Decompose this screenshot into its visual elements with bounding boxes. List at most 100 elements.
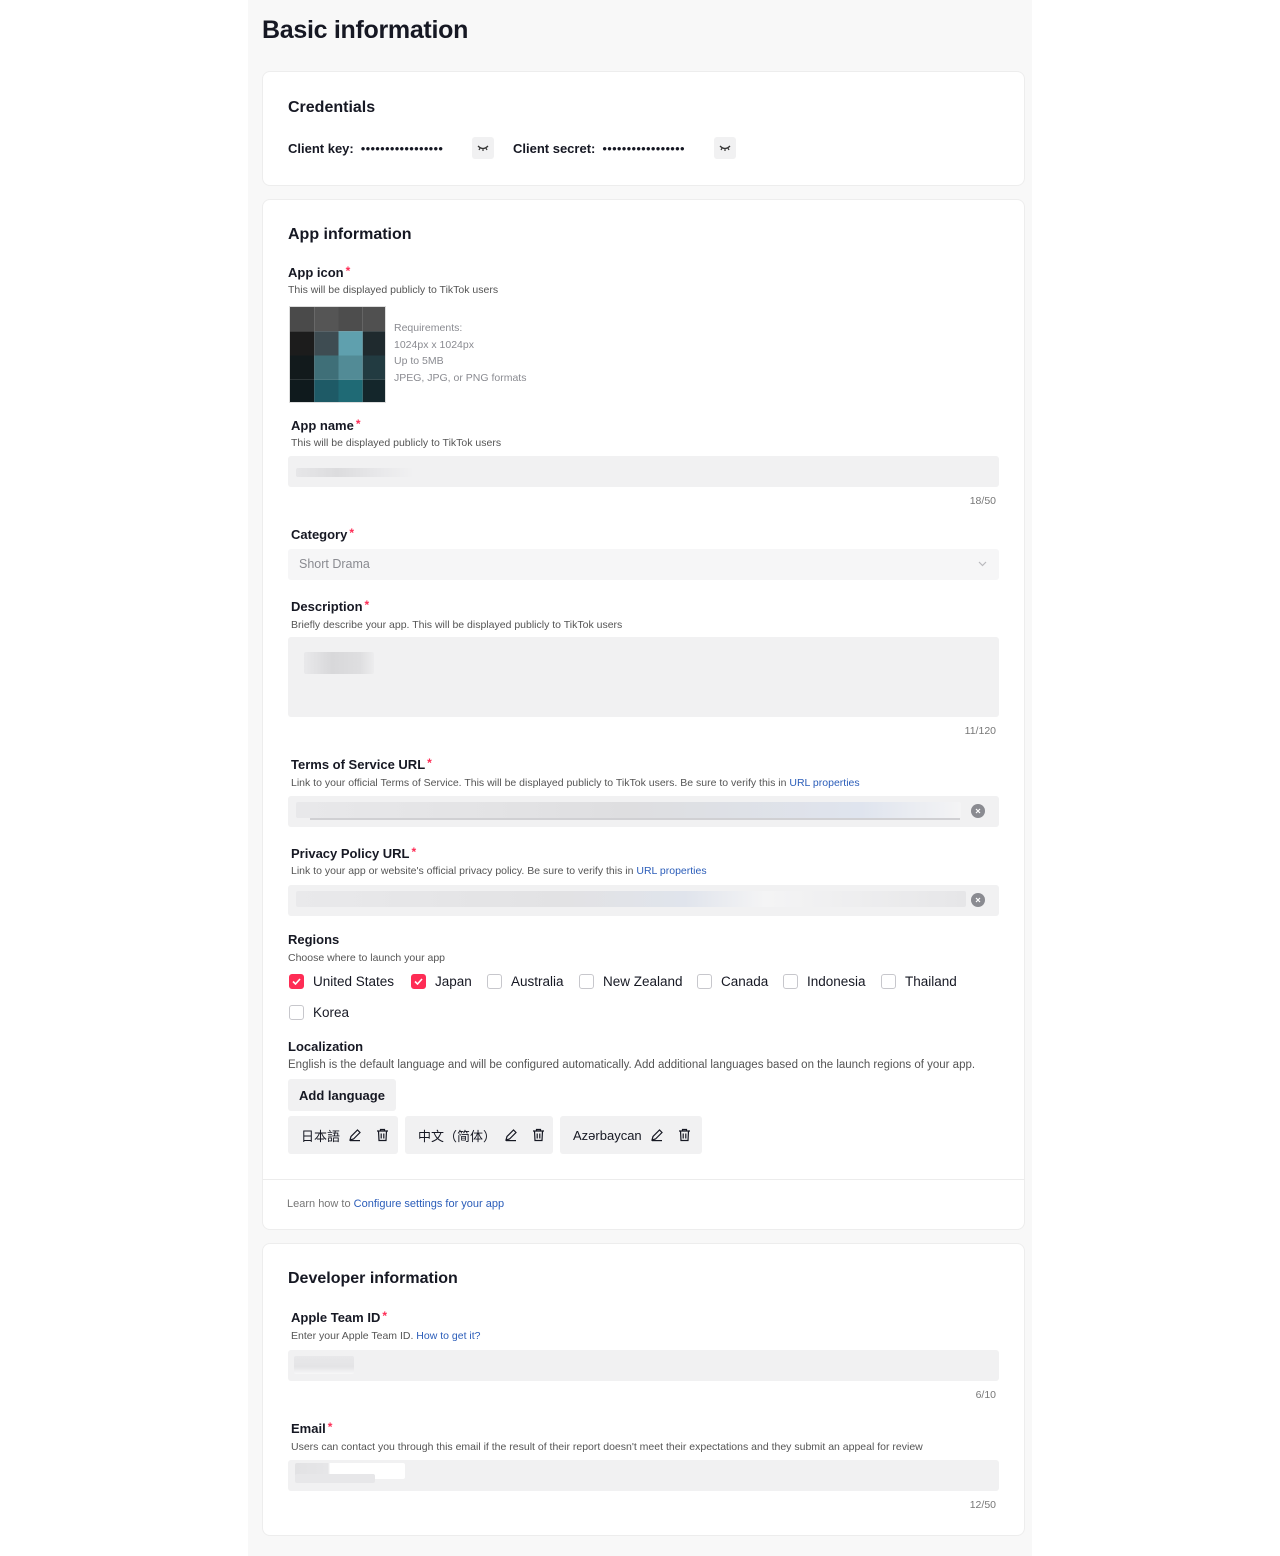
category-label: Category * [291, 526, 355, 542]
app-icon-hint: This will be displayed publicly to TikTo… [288, 284, 499, 296]
pencil-icon [650, 1129, 663, 1142]
region-label: New Zealand [603, 974, 683, 989]
terms-url-input[interactable] [288, 796, 999, 827]
app-icon-upload[interactable] [289, 306, 386, 403]
client-secret-reveal-button[interactable] [714, 137, 736, 159]
privacy-url-properties-link[interactable]: URL properties [636, 865, 706, 877]
app-icon-image [290, 307, 385, 402]
redacted-value [296, 891, 966, 907]
region-united-states[interactable]: United States [289, 974, 394, 989]
app-name-counter: 18/50 [969, 495, 996, 507]
app-name-input[interactable] [288, 456, 999, 487]
description-label: Description * [291, 598, 370, 614]
region-thailand[interactable]: Thailand [881, 974, 957, 989]
language-chip-chinese-simplified: 中文（简体） [405, 1116, 553, 1154]
terms-url-label: Terms of Service URL * [291, 756, 432, 772]
checkmark-icon [292, 978, 301, 985]
delete-language-button[interactable] [376, 1128, 389, 1142]
edit-language-button[interactable] [504, 1128, 518, 1142]
regions-label: Regions [288, 932, 340, 947]
redacted-value [296, 468, 414, 477]
privacy-url-clear-button[interactable] [971, 893, 985, 907]
language-chip-azerbaijani: Azərbaycan [560, 1116, 702, 1154]
region-label: Indonesia [807, 974, 866, 989]
delete-language-button[interactable] [532, 1128, 545, 1142]
redacted-value-line [295, 1474, 375, 1483]
localization-hint: English is the default language and will… [288, 1059, 976, 1071]
language-name: 日本語 [301, 1128, 341, 1144]
client-key-row: Client key: ••••••••••••••••• [288, 141, 443, 156]
chevron-down-icon [978, 561, 987, 567]
region-korea[interactable]: Korea [289, 1005, 349, 1020]
redacted-value [294, 1356, 354, 1374]
region-label: United States [313, 974, 395, 989]
region-new-zealand[interactable]: New Zealand [579, 974, 683, 989]
add-language-button[interactable]: Add language [288, 1079, 396, 1111]
checkbox-unchecked[interactable] [881, 974, 896, 989]
localization-label: Localization [288, 1039, 364, 1054]
edit-language-button[interactable] [348, 1128, 362, 1142]
checkbox-unchecked[interactable] [579, 974, 594, 989]
footer-prefix: Learn how to [287, 1198, 351, 1210]
redacted-value [304, 652, 374, 674]
email-counter: 12/50 [969, 1499, 996, 1511]
requirement-formats: JPEG, JPG, or PNG formats [394, 371, 527, 384]
checkbox-unchecked[interactable] [783, 974, 798, 989]
privacy-url-input[interactable] [288, 885, 999, 916]
app-icon-label: App icon * [288, 264, 351, 280]
region-japan[interactable]: Japan [411, 974, 472, 989]
redacted-value-underline [310, 818, 960, 820]
developer-information-card: Developer information Apple Team ID * Ent… [262, 1243, 1025, 1536]
region-label: Thailand [905, 974, 957, 989]
client-secret-row: Client secret: ••••••••••••••••• [513, 141, 685, 156]
region-canada[interactable]: Canada [697, 974, 768, 989]
page-title: Basic information [262, 16, 469, 44]
close-icon [975, 808, 981, 814]
region-label: Canada [721, 974, 769, 989]
app-name-label: App name * [291, 417, 361, 433]
app-information-divider [263, 1179, 1024, 1180]
trash-icon [533, 1128, 545, 1142]
region-indonesia[interactable]: Indonesia [783, 974, 866, 989]
apple-team-id-counter: 6/10 [975, 1389, 996, 1401]
app-icon-requirements: Requirements: 1024px x 1024px Up to 5MB … [394, 320, 526, 386]
pencil-icon [505, 1129, 517, 1142]
how-to-get-it-link[interactable]: How to get it? [416, 1330, 480, 1342]
requirement-size: 1024px x 1024px [394, 338, 474, 351]
configure-settings-link[interactable]: Configure settings for your app [354, 1198, 504, 1210]
eye-closed-icon [477, 145, 489, 151]
checkbox-unchecked[interactable] [487, 974, 502, 989]
trash-icon [678, 1128, 690, 1142]
checkbox-checked[interactable] [411, 974, 426, 989]
credentials-card: Credentials Client key: ••••••••••••••••… [262, 71, 1025, 186]
terms-url-clear-button[interactable] [971, 804, 985, 818]
description-counter: 11/120 [964, 725, 996, 737]
app-information-title: App information [288, 226, 412, 243]
apple-team-id-input[interactable] [288, 1350, 999, 1381]
language-chip-japanese: 日本語 [288, 1116, 398, 1154]
checkbox-unchecked[interactable] [697, 974, 712, 989]
checkbox-checked[interactable] [289, 974, 304, 989]
region-label: Japan [435, 974, 472, 989]
category-value: Short Drama [299, 557, 370, 571]
language-name: 中文（简体） [418, 1128, 497, 1144]
checkbox-unchecked[interactable] [289, 1005, 304, 1020]
settings-page: Basic information Credentials Client key… [248, 0, 1032, 1556]
app-information-card: App information App icon * This will be d… [262, 199, 1025, 1230]
pencil-icon [349, 1129, 361, 1142]
email-input[interactable] [288, 1460, 999, 1491]
description-textarea[interactable] [288, 637, 999, 717]
category-select[interactable]: Short Drama [288, 549, 999, 580]
email-hint: Users can contact you through this email… [291, 1441, 923, 1453]
trash-icon [377, 1128, 389, 1142]
app-name-hint: This will be displayed publicly to TikTo… [291, 437, 502, 449]
email-label: Email * [291, 1420, 333, 1436]
privacy-url-hint: Link to your app or website's official p… [291, 865, 707, 877]
requirement-file-size: Up to 5MB [394, 355, 444, 367]
delete-language-button[interactable] [678, 1128, 691, 1142]
terms-url-properties-link[interactable]: URL properties [789, 777, 859, 789]
apple-team-id-hint: Enter your Apple Team ID. How to get it? [291, 1330, 481, 1342]
region-australia[interactable]: Australia [487, 974, 564, 989]
edit-language-button[interactable] [650, 1128, 664, 1142]
client-key-reveal-button[interactable] [472, 137, 494, 159]
